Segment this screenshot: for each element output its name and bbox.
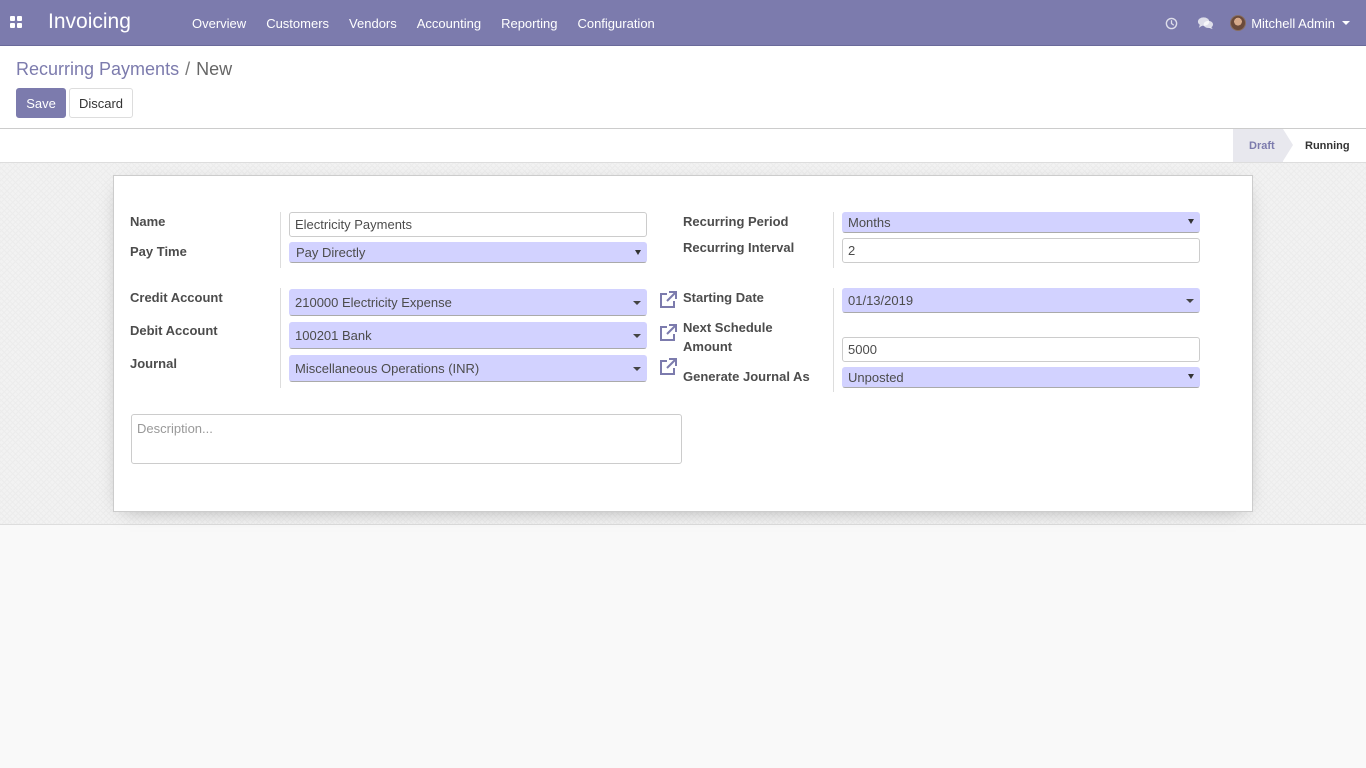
starting-date-input[interactable]: 01/13/2019: [842, 288, 1200, 313]
breadcrumb-separator: /: [185, 59, 191, 79]
journal-select[interactable]: Miscellaneous Operations (INR): [289, 355, 647, 382]
clock-icon[interactable]: [1154, 0, 1188, 46]
breadcrumb-current: New: [196, 59, 233, 79]
separator: [833, 212, 834, 268]
separator: [833, 288, 834, 392]
chevron-down-icon[interactable]: [1186, 299, 1194, 303]
stage-draft[interactable]: Draft: [1233, 129, 1283, 162]
chevron-down-icon[interactable]: [633, 334, 641, 338]
top-navbar: Invoicing Overview Customers Vendors Acc…: [0, 0, 1366, 46]
recurring-interval-label: Recurring Interval: [683, 240, 795, 255]
stage-arrow: [1283, 129, 1293, 161]
recurring-interval-input[interactable]: 2: [842, 238, 1200, 263]
generate-journal-as-label: Generate Journal As: [683, 369, 810, 384]
menu-item-accounting[interactable]: Accounting: [407, 16, 491, 31]
journal-label: Journal: [130, 356, 177, 371]
menu-item-vendors[interactable]: Vendors: [339, 16, 407, 31]
journal-value: Miscellaneous Operations (INR): [295, 361, 480, 376]
user-menu[interactable]: Mitchell Admin: [1222, 0, 1366, 46]
starting-date-value: 01/13/2019: [848, 293, 914, 308]
amount-label: Amount: [683, 339, 733, 354]
description-textarea[interactable]: Description...: [131, 414, 682, 464]
name-input[interactable]: Electricity Payments: [289, 212, 647, 237]
main-menu: Overview Customers Vendors Accounting Re…: [182, 0, 665, 46]
app-title[interactable]: Invoicing: [48, 10, 131, 34]
breadcrumb: Recurring Payments / New: [16, 59, 232, 80]
discard-button[interactable]: Discard: [69, 88, 133, 118]
select-arrow-icon: [635, 250, 641, 255]
separator: [280, 288, 281, 388]
starting-date-label: Starting Date: [683, 290, 764, 305]
pay-time-label: Pay Time: [130, 244, 187, 259]
chevron-down-icon[interactable]: [633, 367, 641, 371]
menu-item-overview[interactable]: Overview: [182, 16, 256, 31]
pay-time-select[interactable]: Pay Directly: [289, 242, 647, 263]
next-schedule-label: Next Schedule: [683, 320, 773, 335]
external-link-icon[interactable]: [658, 357, 678, 377]
recurring-period-value: Months: [848, 215, 891, 230]
credit-account-value: 210000 Electricity Expense: [295, 295, 452, 310]
external-link-icon[interactable]: [658, 290, 678, 310]
name-label: Name: [130, 214, 166, 229]
select-arrow-icon: [1188, 219, 1194, 224]
statusbar: Draft Running: [0, 129, 1366, 163]
separator: [280, 212, 281, 268]
recurring-period-select[interactable]: Months: [842, 212, 1200, 233]
amount-input[interactable]: 5000: [842, 337, 1200, 362]
menu-item-customers[interactable]: Customers: [256, 16, 339, 31]
chat-bubbles-icon[interactable]: [1188, 0, 1222, 46]
avatar: [1230, 15, 1247, 31]
control-panel: Recurring Payments / New Save Discard: [0, 46, 1366, 129]
menu-item-configuration[interactable]: Configuration: [567, 16, 664, 31]
generate-journal-as-value: Unposted: [848, 370, 904, 385]
breadcrumb-parent[interactable]: Recurring Payments: [16, 59, 179, 80]
user-name: Mitchell Admin: [1251, 15, 1335, 31]
save-button[interactable]: Save: [16, 88, 66, 118]
systray: Mitchell Admin: [1154, 0, 1366, 46]
stage-running[interactable]: Running: [1293, 129, 1366, 162]
credit-account-label: Credit Account: [130, 290, 223, 305]
caret-down-icon: [1342, 21, 1350, 25]
debit-account-label: Debit Account: [130, 323, 218, 338]
recurring-period-label: Recurring Period: [683, 214, 789, 229]
chevron-down-icon[interactable]: [633, 301, 641, 305]
debit-account-value: 100201 Bank: [295, 328, 372, 343]
generate-journal-as-select[interactable]: Unposted: [842, 367, 1200, 388]
debit-account-select[interactable]: 100201 Bank: [289, 322, 647, 349]
external-link-icon[interactable]: [658, 323, 678, 343]
pay-time-value: Pay Directly: [296, 245, 366, 260]
credit-account-select[interactable]: 210000 Electricity Expense: [289, 289, 647, 316]
apps-grid-icon[interactable]: [10, 16, 23, 29]
menu-item-reporting[interactable]: Reporting: [491, 16, 567, 31]
select-arrow-icon: [1188, 374, 1194, 379]
